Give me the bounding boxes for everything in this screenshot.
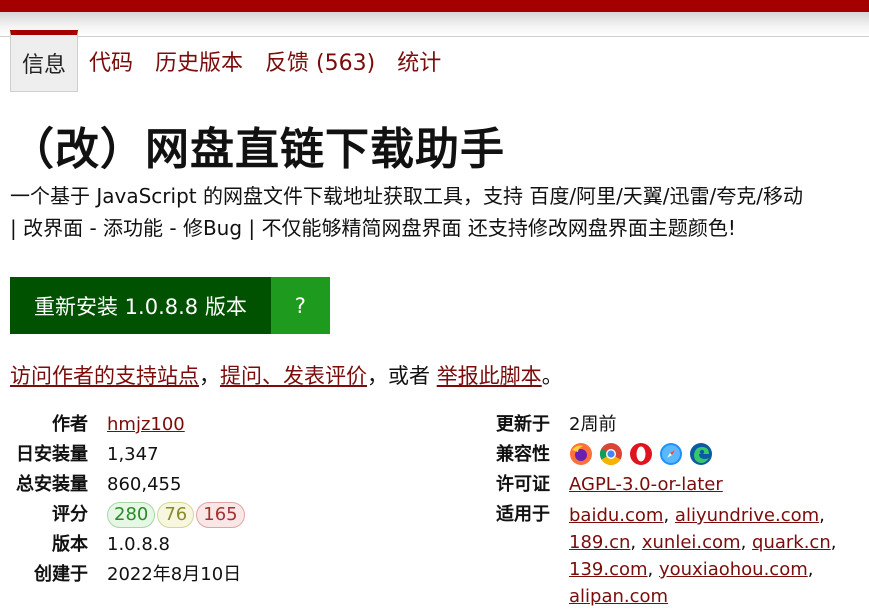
rating-row: 评分 280 76 165 — [10, 500, 247, 530]
report-link[interactable]: 举报此脚本 — [437, 364, 542, 388]
author-label: 作者 — [52, 414, 88, 435]
created-value: 2022年8月10日 — [107, 564, 242, 585]
applies-to-sites: baidu.com, aliyundrive.com, 189.cn, xunl… — [569, 505, 837, 607]
updated-label: 更新于 — [496, 414, 550, 435]
firefox-icon — [570, 443, 592, 465]
license-row: 许可证 AGPL-3.0-or-later — [490, 470, 836, 500]
rating-ok-badge: 76 — [157, 502, 195, 528]
daily-installs-label: 日安装量 — [16, 444, 88, 465]
site-link[interactable]: xunlei.com — [642, 532, 741, 553]
script-tabs: 信息 代码 历史版本 反馈 (563) 统计 — [10, 30, 452, 92]
edge-icon — [690, 443, 712, 465]
tab-feedback[interactable]: 反馈 (563) — [254, 30, 386, 92]
description-line-2: | 改界面 - 添功能 - 修Bug | 不仅能够精简网盘界面 还支持修改网盘界… — [10, 216, 736, 240]
site-link[interactable]: aliyundrive.com — [675, 505, 819, 526]
license-link[interactable]: AGPL-3.0-or-later — [569, 474, 723, 495]
script-links: 访问作者的支持站点，提问、发表评价，或者 举报此脚本。 — [10, 360, 563, 390]
chrome-icon — [600, 443, 622, 465]
browser-icons — [569, 440, 713, 466]
rating-badges: 280 76 165 — [107, 500, 247, 530]
install-help-button[interactable]: ? — [270, 277, 330, 334]
install-area: 重新安装 1.0.8.8 版本 ? — [10, 277, 330, 334]
site-link[interactable]: baidu.com — [569, 505, 663, 526]
page-title: （改）网盘直链下载助手 — [10, 124, 505, 175]
compatibility-row: 兼容性 — [490, 440, 836, 470]
created-label: 创建于 — [34, 564, 88, 585]
script-info-left: 作者 hmjz100 日安装量 1,347 总安装量 860,455 评分 28… — [10, 410, 247, 590]
site-header-bar — [0, 0, 869, 12]
links-end: 。 — [541, 364, 563, 388]
daily-installs-row: 日安装量 1,347 — [10, 440, 247, 470]
support-site-link[interactable]: 访问作者的支持站点 — [10, 364, 199, 388]
feedback-link[interactable]: 提问、发表评价 — [220, 364, 367, 388]
site-link[interactable]: quark.cn — [752, 532, 831, 553]
site-link[interactable]: alipan.com — [569, 586, 668, 607]
total-installs-row: 总安装量 860,455 — [10, 470, 247, 500]
description-line-1: 一个基于 JavaScript 的网盘文件下载地址获取工具，支持 百度/阿里/天… — [10, 184, 804, 208]
tab-stats[interactable]: 统计 — [386, 30, 452, 92]
tab-code[interactable]: 代码 — [78, 30, 144, 92]
script-info-right: 更新于 2周前 兼容性 许可证 AGPL-3.0-or-later 适用于 ba… — [490, 410, 836, 610]
daily-installs-value: 1,347 — [107, 444, 159, 465]
total-installs-value: 860,455 — [107, 474, 182, 495]
created-row: 创建于 2022年8月10日 — [10, 560, 247, 590]
applies-to-label: 适用于 — [496, 504, 550, 525]
site-link[interactable]: 189.cn — [569, 532, 630, 553]
total-installs-label: 总安装量 — [16, 474, 88, 495]
rating-bad-badge: 165 — [196, 502, 245, 528]
applies-to-row: 适用于 baidu.com, aliyundrive.com, 189.cn, … — [490, 500, 836, 610]
author-row: 作者 hmjz100 — [10, 410, 247, 440]
site-link[interactable]: youxiaohou.com — [659, 559, 808, 580]
updated-row: 更新于 2周前 — [490, 410, 836, 440]
links-separator: ， — [199, 364, 220, 388]
install-button[interactable]: 重新安装 1.0.8.8 版本 — [10, 277, 271, 334]
license-label: 许可证 — [496, 474, 550, 495]
version-label: 版本 — [52, 534, 88, 555]
updated-value: 2周前 — [569, 414, 617, 435]
rating-good-badge: 280 — [107, 502, 156, 528]
site-link[interactable]: 139.com — [569, 559, 648, 580]
version-row: 版本 1.0.8.8 — [10, 530, 247, 560]
tab-info[interactable]: 信息 — [10, 30, 79, 92]
opera-icon — [630, 443, 652, 465]
rating-label: 评分 — [52, 504, 88, 525]
version-value: 1.0.8.8 — [107, 534, 170, 555]
script-description: 一个基于 JavaScript 的网盘文件下载地址获取工具，支持 百度/阿里/天… — [10, 180, 869, 244]
links-or-text: ，或者 — [367, 364, 430, 388]
safari-icon — [660, 443, 682, 465]
author-link[interactable]: hmjz100 — [107, 414, 185, 435]
compatibility-label: 兼容性 — [496, 444, 550, 465]
tab-versions[interactable]: 历史版本 — [144, 30, 254, 92]
